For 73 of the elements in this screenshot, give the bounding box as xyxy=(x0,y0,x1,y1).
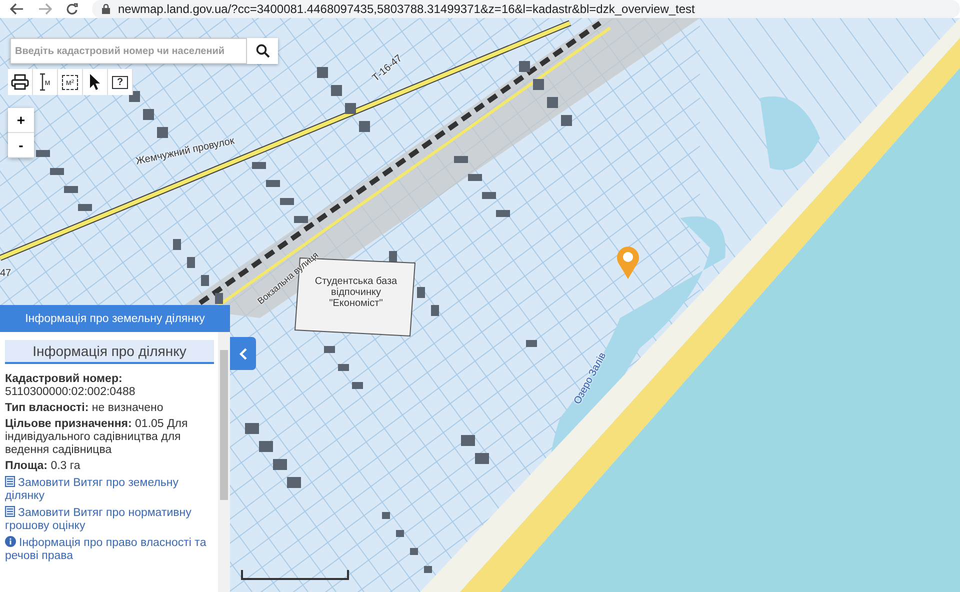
zoom-in-button[interactable]: + xyxy=(8,108,34,133)
building xyxy=(187,257,195,268)
print-tool-button[interactable] xyxy=(8,69,33,95)
building xyxy=(482,192,496,199)
building xyxy=(461,435,475,446)
printer-icon xyxy=(11,74,29,90)
panel-header: Інформація про земельну ділянку xyxy=(0,305,230,332)
building xyxy=(215,293,223,304)
chevron-left-icon xyxy=(239,348,247,360)
zoom-out-button[interactable]: - xyxy=(8,133,34,158)
building xyxy=(78,204,92,211)
address-bar[interactable]: newmap.land.gov.ua/?cc=3400081.4468097435,5803788.31499371&z=16&l=kadastr&bl=dzk_overview_test xyxy=(92,0,960,18)
parcel-field: Цільове призначення: 01.05 Для індивідуального садівництва для ведення садівницва xyxy=(5,418,214,457)
collapse-panel-button[interactable] xyxy=(230,337,256,370)
section-heading: Інформація про ділянку xyxy=(5,340,214,364)
building xyxy=(338,364,349,371)
url-text: newmap.land.gov.ua/?cc=3400081.4468097435,5803788.31499371&z=16&l=kadastr&bl=dzk_overview_test xyxy=(118,2,695,16)
building xyxy=(396,530,404,537)
building xyxy=(259,441,273,452)
building xyxy=(359,121,370,132)
building xyxy=(252,162,266,169)
building xyxy=(496,210,510,217)
building xyxy=(280,198,294,205)
reload-icon[interactable] xyxy=(66,3,78,15)
building xyxy=(273,459,287,470)
search-icon xyxy=(256,44,270,58)
building xyxy=(324,346,335,353)
building xyxy=(64,186,78,193)
parcel-field: Площа: 0.3 га xyxy=(5,460,214,473)
building xyxy=(468,174,482,181)
info-link[interactable]: Замовити Витяг про земельну ділянку xyxy=(5,476,214,503)
building xyxy=(294,216,308,223)
building xyxy=(417,287,425,298)
building xyxy=(173,239,181,250)
building xyxy=(454,156,468,163)
building xyxy=(382,512,390,519)
building xyxy=(331,85,342,96)
search-button[interactable] xyxy=(246,38,278,64)
map-label: 47 xyxy=(0,268,12,279)
building xyxy=(431,305,439,316)
building xyxy=(475,453,489,464)
building xyxy=(266,180,280,187)
info-icon xyxy=(5,536,16,547)
document-icon xyxy=(5,476,15,487)
cursor-icon xyxy=(89,73,101,91)
search-field[interactable]: Введіть кадастровий номер чи населений xyxy=(10,38,246,64)
ruler-icon xyxy=(40,73,45,91)
building xyxy=(561,115,572,126)
building xyxy=(526,340,537,347)
building xyxy=(533,79,544,90)
building xyxy=(50,168,64,175)
building xyxy=(345,103,356,114)
building xyxy=(317,67,328,78)
building xyxy=(245,423,259,434)
building xyxy=(201,275,209,286)
building xyxy=(547,97,558,108)
building xyxy=(143,109,154,120)
building xyxy=(410,548,418,555)
map-label: Студентська база відпочинку "Економіст" xyxy=(314,276,398,309)
scrollbar[interactable] xyxy=(218,332,230,592)
back-arrow-icon[interactable] xyxy=(10,3,24,15)
building xyxy=(36,150,50,157)
info-link[interactable]: Інформація про право власності та речові права xyxy=(5,536,214,563)
parcel-field: Тип власності: не визначено xyxy=(5,402,214,415)
building xyxy=(157,127,168,138)
lock-icon xyxy=(102,4,110,14)
building xyxy=(519,61,530,72)
document-icon xyxy=(5,506,15,517)
building xyxy=(352,382,363,389)
info-link[interactable]: Замовити Витяг про нормативну грошову оцінку xyxy=(5,506,214,533)
building xyxy=(424,566,432,573)
building xyxy=(389,251,397,262)
building xyxy=(287,477,301,488)
